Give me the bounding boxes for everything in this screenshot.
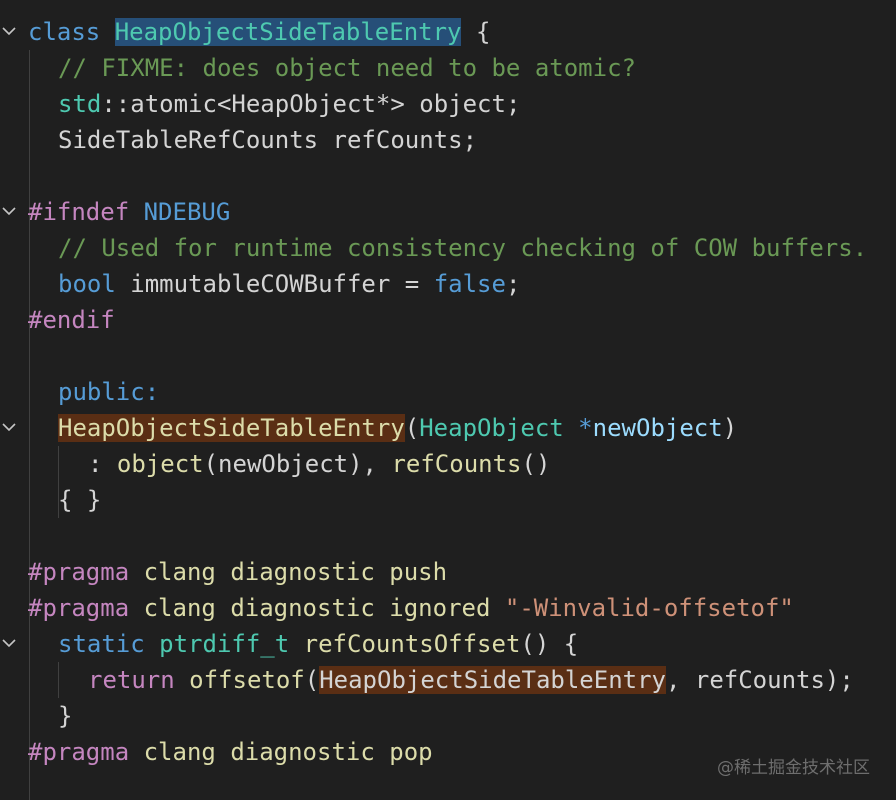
paren: ) (722, 414, 738, 442)
brace: { (475, 18, 491, 46)
comment: // FIXME: does object need to be atomic? (58, 54, 636, 82)
colon: : (88, 450, 117, 478)
function-name: refCountsOffset (303, 630, 521, 658)
code-text: ::atomic<HeapObject*> object; (101, 90, 521, 118)
pragma-word: diagnostic (230, 594, 375, 622)
code-text: immutableCOWBuffer = (115, 270, 434, 298)
class-name: HeapObjectSideTableEntry (114, 18, 462, 46)
indent-guide (58, 662, 59, 698)
pragma-word: push (389, 558, 448, 586)
pointer-star: * (563, 414, 593, 442)
code-line-14[interactable]: { } (58, 482, 101, 518)
preprocessor-directive: #pragma (28, 738, 130, 766)
preprocessor-directive: #endif (28, 306, 115, 334)
code-line-4[interactable]: SideTableRefCounts refCounts; (58, 122, 477, 158)
code-line-6[interactable]: #ifndef NDEBUG (28, 194, 230, 230)
pragma-word: clang (143, 594, 216, 622)
type-keyword: bool (58, 270, 116, 298)
fold-chevron-icon[interactable] (0, 626, 22, 662)
code-text: (newObject), (203, 450, 392, 478)
constructor-name: HeapObjectSideTableEntry (58, 414, 405, 442)
code-line-20[interactable]: } (58, 698, 72, 734)
member-init: object (116, 450, 204, 478)
fold-chevron-icon[interactable] (0, 14, 22, 50)
pragma-word: clang (143, 738, 216, 766)
code-line-11[interactable]: public: (58, 374, 159, 410)
code-line-2[interactable]: // FIXME: does object need to be atomic? (58, 50, 636, 86)
code-line-8[interactable]: bool immutableCOWBuffer = false; (58, 266, 520, 302)
class-reference: HeapObjectSideTableEntry (319, 666, 666, 694)
code-editor[interactable]: class HeapObjectSideTableEntry { // FIXM… (0, 0, 896, 800)
pragma-word: ignored (389, 594, 491, 622)
keyword: static (58, 630, 145, 658)
function-name: offsetof (189, 666, 305, 694)
semicolon: ; (505, 270, 521, 298)
code-text: } (58, 702, 73, 730)
pragma-word: clang (143, 558, 216, 586)
paren: ( (304, 666, 320, 694)
code-line-13[interactable]: : object(newObject), refCounts() (88, 446, 550, 482)
indent-guide (29, 50, 30, 800)
code-line-21[interactable]: #pragma clang diagnostic pop (28, 734, 433, 770)
return-type: ptrdiff_t (159, 630, 290, 658)
namespace: std (58, 90, 102, 118)
watermark: @稀土掘金技术社区 (717, 758, 870, 778)
param-name: newObject (592, 414, 723, 442)
fold-chevron-icon[interactable] (0, 410, 22, 446)
comment: // Used for runtime consistency checking… (58, 234, 868, 262)
macro-name: NDEBUG (143, 198, 231, 226)
literal: false (433, 270, 506, 298)
preprocessor-directive: #pragma (28, 558, 130, 586)
code-line-18[interactable]: static ptrdiff_t refCountsOffset() { (58, 626, 578, 662)
preprocessor-directive: #ifndef (28, 198, 130, 226)
code-text: () { (520, 630, 579, 658)
keyword: class (28, 18, 101, 46)
preprocessor-directive: #pragma (28, 594, 130, 622)
access-specifier: public: (58, 378, 160, 406)
param-type: HeapObject (419, 414, 564, 442)
code-line-12[interactable]: HeapObjectSideTableEntry(HeapObject *new… (58, 410, 737, 446)
code-text: , refCounts); (665, 666, 854, 694)
keyword: return (88, 666, 175, 694)
paren: ( (404, 414, 420, 442)
code-text: { } (58, 486, 102, 514)
code-line-3[interactable]: std::atomic<HeapObject*> object; (58, 86, 520, 122)
code-line-16[interactable]: #pragma clang diagnostic push (28, 554, 447, 590)
code-line-19[interactable]: return offsetof(HeapObjectSideTableEntry… (88, 662, 854, 698)
pragma-word: diagnostic (230, 558, 375, 586)
fold-chevron-icon[interactable] (0, 194, 22, 230)
code-line-1[interactable]: class HeapObjectSideTableEntry { (28, 14, 490, 50)
code-line-9[interactable]: #endif (28, 302, 115, 338)
string-literal: "-Winvalid-offsetof" (504, 594, 794, 622)
pragma-word: diagnostic (230, 738, 375, 766)
code-line-7[interactable]: // Used for runtime consistency checking… (58, 230, 867, 266)
pragma-word: pop (389, 738, 433, 766)
code-text: SideTableRefCounts refCounts; (58, 126, 478, 154)
code-line-17[interactable]: #pragma clang diagnostic ignored "-Winva… (28, 590, 794, 626)
code-text: () (521, 450, 551, 478)
member-init: refCounts (391, 450, 522, 478)
